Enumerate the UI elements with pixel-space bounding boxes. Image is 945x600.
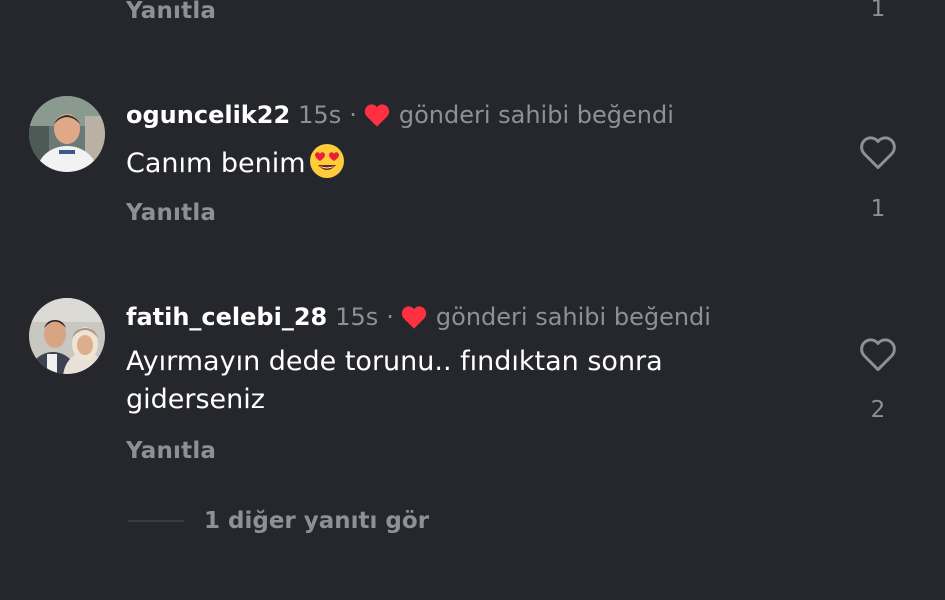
username[interactable]: fatih_celebi_28: [126, 303, 327, 331]
reply-button[interactable]: Yanıtla: [126, 200, 216, 226]
avatar[interactable]: [29, 96, 105, 172]
liked-by-author-label: gönderi sahibi beğendi: [435, 303, 711, 331]
separator: ·: [386, 303, 394, 331]
heart-filled-icon: [400, 304, 428, 330]
comment-text: Canım benim: [126, 142, 766, 183]
reply-button[interactable]: Yanıtla: [126, 0, 216, 24]
view-more-replies-label: 1 diğer yanıtı gör: [204, 508, 430, 534]
like-count: 1: [870, 196, 886, 222]
username[interactable]: oguncelik22: [126, 101, 290, 129]
comment-meta: fatih_celebi_28 15s · gönderi sahibi beğ…: [126, 303, 711, 331]
comment-meta: oguncelik22 15s · gönderi sahibi beğendi: [126, 101, 674, 129]
timestamp: 15s: [298, 101, 342, 129]
comment-text-content: Canım benim: [126, 148, 306, 179]
liked-by-author-label: gönderi sahibi beğendi: [398, 101, 674, 129]
heart-filled-icon: [363, 102, 391, 128]
avatar[interactable]: [29, 298, 105, 374]
comment-text-line: Ayırmayın dede torunu.. fındıktan sonra: [126, 346, 663, 377]
reply-button[interactable]: Yanıtla: [126, 438, 216, 464]
comment-text: Ayırmayın dede torunu.. fındıktan sonra …: [126, 343, 766, 419]
timestamp: 15s: [335, 303, 379, 331]
comment-text-line: giderseniz: [126, 384, 265, 415]
heart-eyes-emoji-icon: [308, 142, 346, 180]
divider-line: [128, 520, 184, 522]
heart-outline-icon[interactable]: [858, 134, 898, 170]
heart-outline-icon[interactable]: [858, 336, 898, 372]
like-count: 1: [870, 0, 886, 22]
like-count: 2: [870, 397, 886, 423]
separator: ·: [349, 101, 357, 129]
view-more-replies-button[interactable]: 1 diğer yanıtı gör: [128, 508, 429, 534]
